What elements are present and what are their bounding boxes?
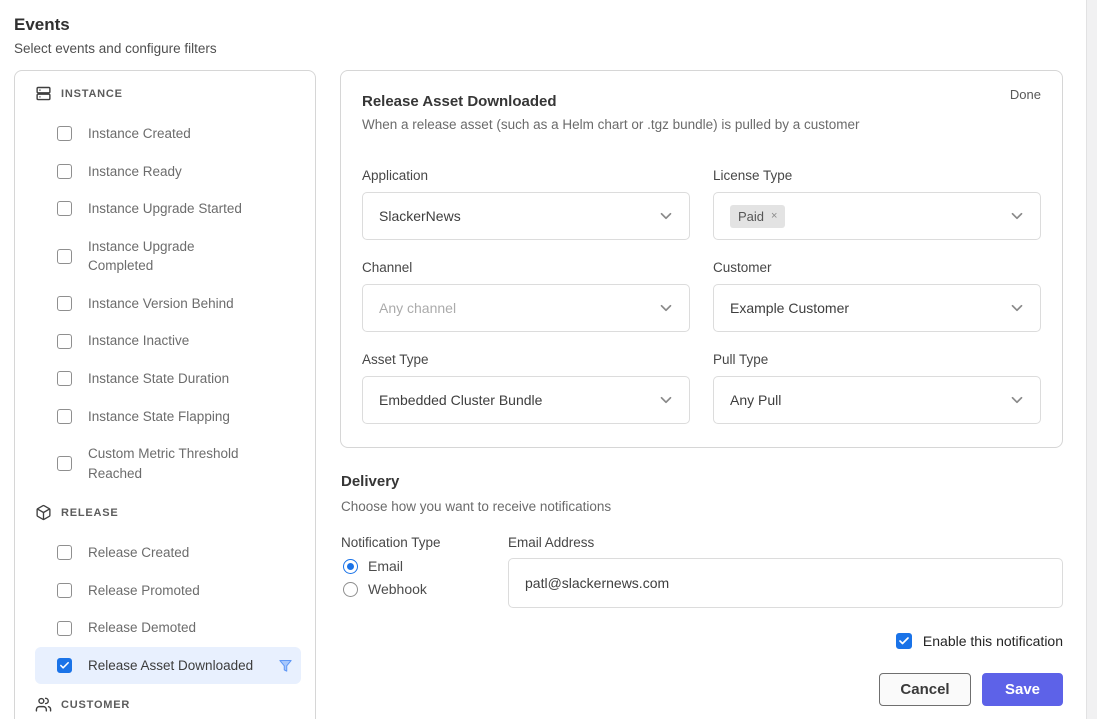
chevron-down-icon bbox=[657, 299, 675, 317]
checkbox-unchecked[interactable] bbox=[57, 456, 72, 471]
asset-type-select[interactable]: Embedded Cluster Bundle bbox=[362, 376, 690, 424]
checkbox-unchecked[interactable] bbox=[57, 409, 72, 424]
event-item-instance-state-flapping[interactable]: Instance State Flapping bbox=[35, 398, 301, 436]
field-license-type: License Type Paid × bbox=[713, 148, 1041, 240]
checkbox-unchecked[interactable] bbox=[57, 164, 72, 179]
section-customer: CUSTOMER bbox=[35, 696, 301, 713]
chevron-down-icon bbox=[657, 207, 675, 225]
application-select[interactable]: SlackerNews bbox=[362, 192, 690, 240]
remove-tag-icon[interactable]: × bbox=[771, 210, 777, 222]
asset-type-label: Asset Type bbox=[362, 352, 690, 367]
event-item-instance-ready[interactable]: Instance Ready bbox=[35, 153, 301, 191]
radio-email[interactable]: Email bbox=[343, 558, 427, 574]
package-icon bbox=[35, 504, 52, 521]
cancel-button[interactable]: Cancel bbox=[879, 673, 971, 706]
email-address-label: Email Address bbox=[508, 535, 594, 550]
section-label: INSTANCE bbox=[61, 88, 123, 100]
section-instance: INSTANCE bbox=[35, 85, 301, 102]
radio-unselected-icon[interactable] bbox=[343, 582, 358, 597]
field-channel: Channel Any channel bbox=[362, 240, 690, 332]
section-label: CUSTOMER bbox=[61, 699, 130, 711]
event-item-instance-version-behind[interactable]: Instance Version Behind bbox=[35, 285, 301, 323]
pull-type-select[interactable]: Any Pull bbox=[713, 376, 1041, 424]
event-item-custom-metric-threshold[interactable]: Custom Metric Threshold Reached bbox=[35, 435, 301, 492]
chevron-down-icon bbox=[1008, 299, 1026, 317]
notification-type-group: Email Webhook bbox=[343, 558, 427, 597]
channel-label: Channel bbox=[362, 260, 690, 275]
enable-checkbox-checked[interactable] bbox=[896, 633, 912, 649]
chevron-down-icon bbox=[657, 391, 675, 409]
checkbox-unchecked[interactable] bbox=[57, 334, 72, 349]
page-subtitle: Select events and configure filters bbox=[14, 41, 217, 56]
section-label: RELEASE bbox=[61, 507, 119, 519]
users-icon bbox=[35, 696, 52, 713]
license-type-label: License Type bbox=[713, 168, 1041, 183]
filter-card-description: When a release asset (such as a Helm cha… bbox=[362, 117, 1041, 132]
checkbox-unchecked[interactable] bbox=[57, 583, 72, 598]
event-list-panel: INSTANCE Instance Created Instance Ready… bbox=[14, 70, 316, 719]
email-address-input[interactable] bbox=[508, 558, 1063, 608]
checkbox-unchecked[interactable] bbox=[57, 296, 72, 311]
checkbox-unchecked[interactable] bbox=[57, 201, 72, 216]
field-application: Application SlackerNews bbox=[362, 148, 690, 240]
filter-funnel-icon[interactable] bbox=[278, 658, 293, 673]
event-item-instance-state-duration[interactable]: Instance State Duration bbox=[35, 360, 301, 398]
checkbox-unchecked[interactable] bbox=[57, 621, 72, 636]
delivery-subtitle: Choose how you want to receive notificat… bbox=[341, 499, 611, 514]
checkbox-checked[interactable] bbox=[57, 658, 72, 673]
license-type-select[interactable]: Paid × bbox=[713, 192, 1041, 240]
enable-notification-label: Enable this notification bbox=[923, 633, 1063, 649]
save-button[interactable]: Save bbox=[982, 673, 1063, 706]
event-item-release-asset-downloaded[interactable]: Release Asset Downloaded bbox=[35, 647, 301, 685]
events-page: Events Select events and configure filte… bbox=[0, 0, 1097, 719]
event-item-instance-upgrade-started[interactable]: Instance Upgrade Started bbox=[35, 190, 301, 228]
event-filter-card: Release Asset Downloaded Done When a rel… bbox=[340, 70, 1063, 448]
done-button[interactable]: Done bbox=[1010, 87, 1041, 102]
event-item-release-created[interactable]: Release Created bbox=[35, 534, 301, 572]
checkbox-unchecked[interactable] bbox=[57, 371, 72, 386]
customer-label: Customer bbox=[713, 260, 1041, 275]
field-pull-type: Pull Type Any Pull bbox=[713, 332, 1041, 424]
event-item-instance-inactive[interactable]: Instance Inactive bbox=[35, 322, 301, 360]
radio-selected-icon[interactable] bbox=[343, 559, 358, 574]
vertical-scrollbar[interactable] bbox=[1086, 0, 1097, 719]
notification-type-label: Notification Type bbox=[341, 535, 441, 550]
event-item-release-demoted[interactable]: Release Demoted bbox=[35, 609, 301, 647]
event-item-release-promoted[interactable]: Release Promoted bbox=[35, 572, 301, 610]
application-label: Application bbox=[362, 168, 690, 183]
license-tag-paid: Paid × bbox=[730, 205, 785, 228]
filter-card-title: Release Asset Downloaded bbox=[362, 93, 557, 110]
chevron-down-icon bbox=[1008, 391, 1026, 409]
channel-select[interactable]: Any channel bbox=[362, 284, 690, 332]
radio-webhook[interactable]: Webhook bbox=[343, 581, 427, 597]
enable-notification-row[interactable]: Enable this notification bbox=[340, 633, 1063, 649]
field-asset-type: Asset Type Embedded Cluster Bundle bbox=[362, 332, 690, 424]
event-item-instance-created[interactable]: Instance Created bbox=[35, 115, 301, 153]
customer-select[interactable]: Example Customer bbox=[713, 284, 1041, 332]
server-stack-icon bbox=[35, 85, 52, 102]
delivery-title: Delivery bbox=[341, 473, 399, 490]
checkbox-unchecked[interactable] bbox=[57, 126, 72, 141]
field-customer: Customer Example Customer bbox=[713, 240, 1041, 332]
chevron-down-icon bbox=[1008, 207, 1026, 225]
event-item-instance-upgrade-completed[interactable]: Instance Upgrade Completed bbox=[35, 228, 301, 285]
action-buttons: Cancel Save bbox=[340, 673, 1063, 706]
page-title: Events bbox=[14, 15, 70, 35]
pull-type-label: Pull Type bbox=[713, 352, 1041, 367]
checkbox-unchecked[interactable] bbox=[57, 545, 72, 560]
section-release: RELEASE bbox=[35, 504, 301, 521]
checkbox-unchecked[interactable] bbox=[57, 249, 72, 264]
